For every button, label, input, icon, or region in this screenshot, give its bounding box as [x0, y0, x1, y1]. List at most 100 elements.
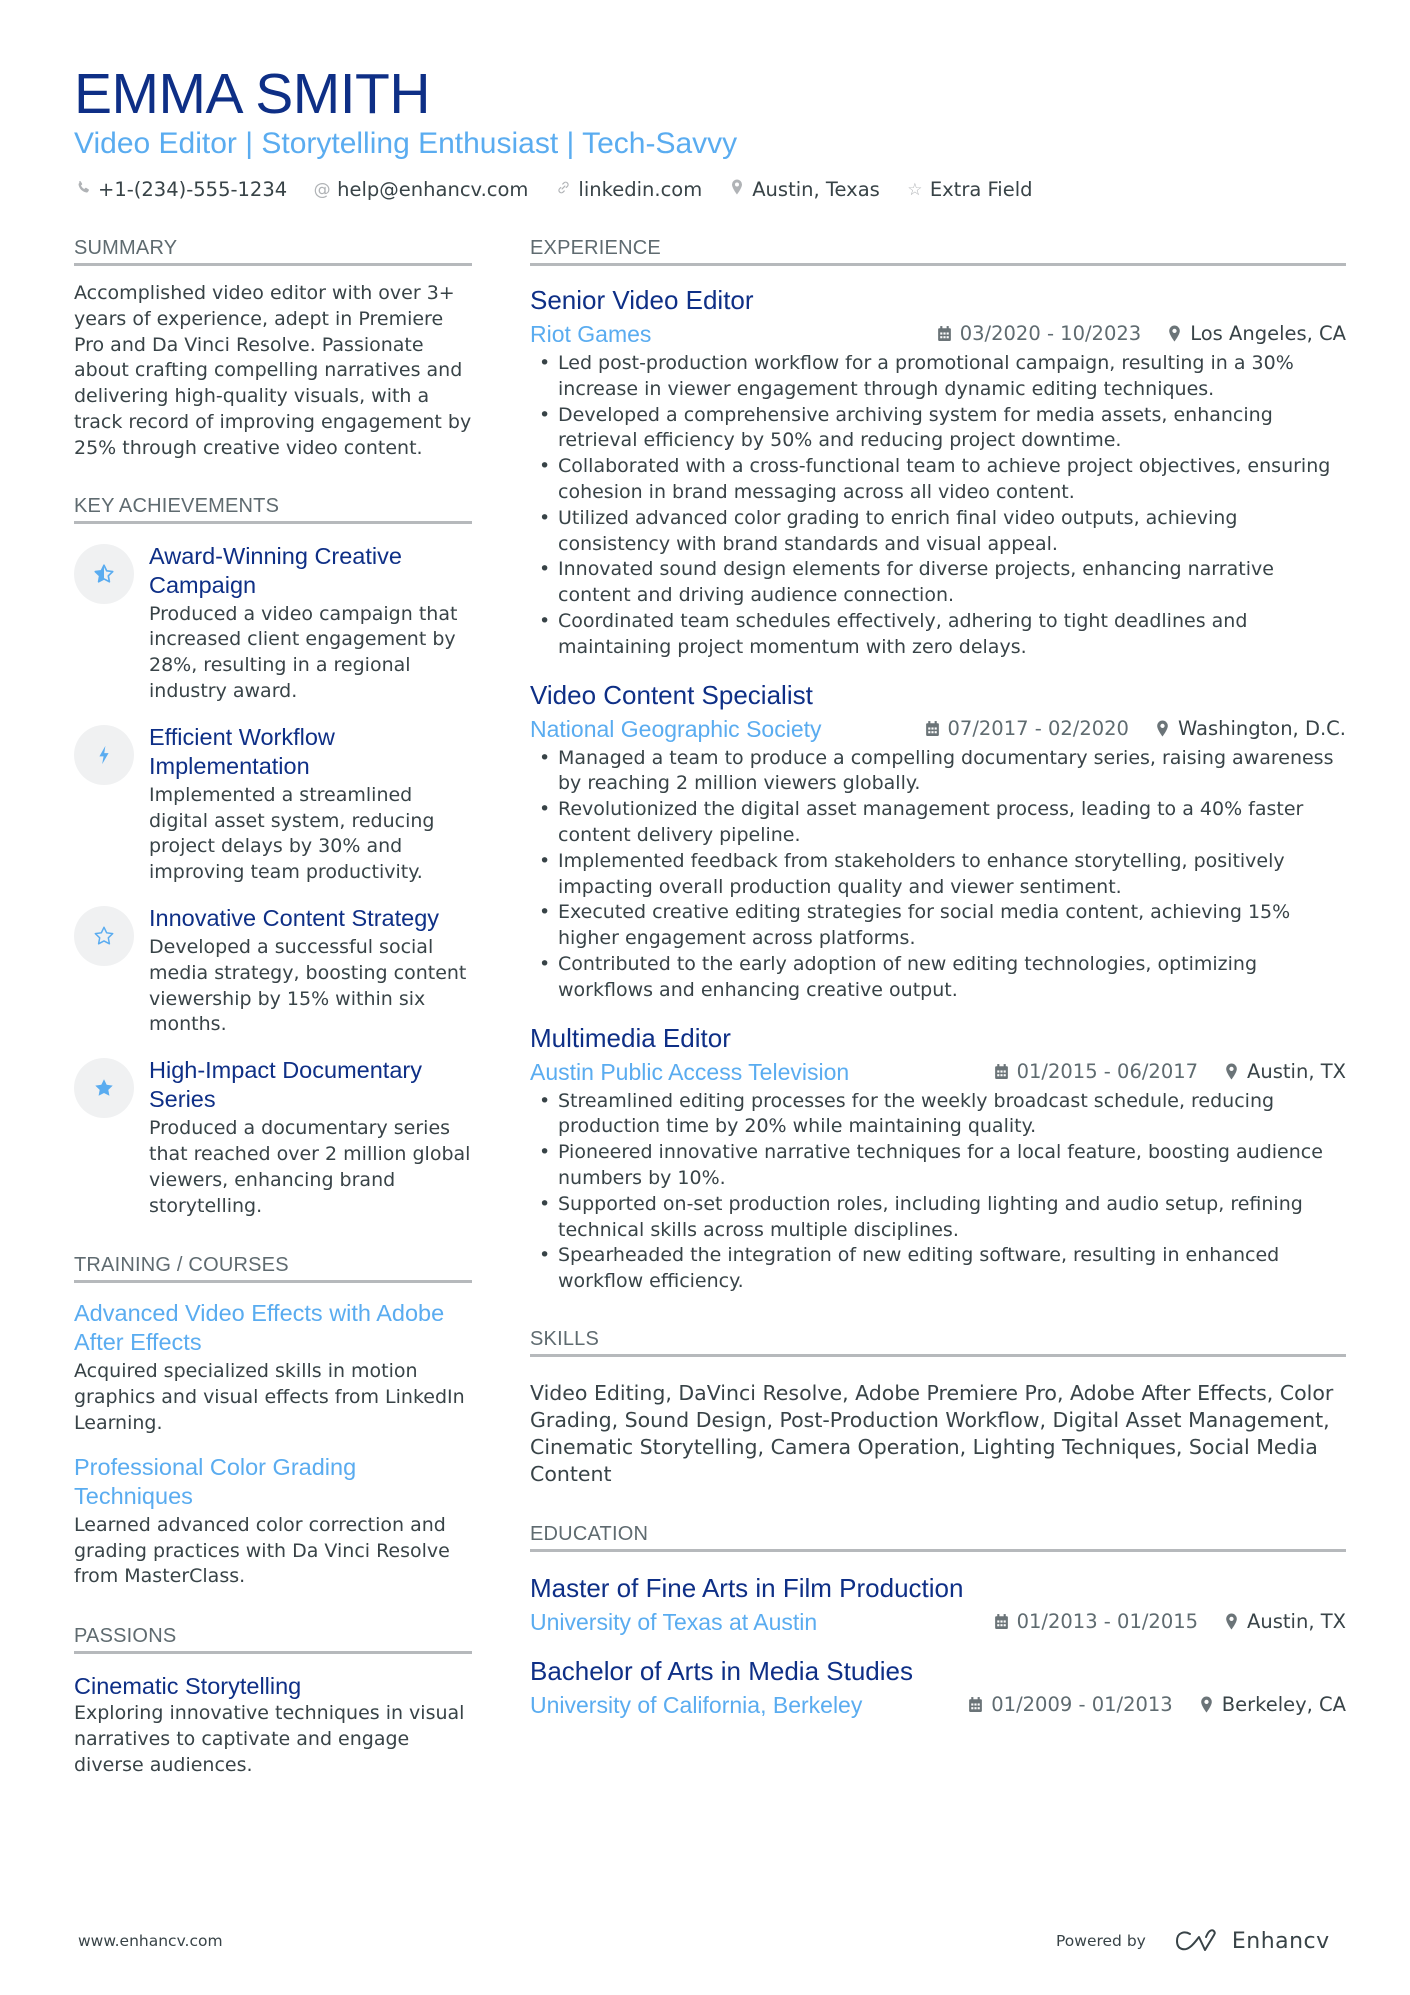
course-title: Professional Color Grading Techniques: [74, 1453, 357, 1509]
job-title: Senior Video Editor: [530, 285, 754, 315]
location-text: Austin, TX: [1247, 1609, 1346, 1633]
linkedin-text[interactable]: linkedin.com: [578, 178, 702, 202]
left-column: SUMMARY Accomplished video editor with o…: [74, 236, 472, 1813]
education-entry: Bachelor of Arts in Media Studies Univers…: [530, 1655, 1346, 1720]
school-name: University of Texas at Austin: [530, 1608, 818, 1635]
meta-info: 01/2015 - 06/2017 Austin, TX: [994, 1060, 1346, 1083]
location-text: Berkeley, CA: [1221, 1692, 1346, 1716]
job-bullet: Implemented feedback from stakeholders t…: [530, 849, 1346, 901]
job-entry: Senior Video Editor Riot Games 03/2020 - 1…: [530, 284, 1346, 661]
job-title: Multimedia Editor: [530, 1022, 731, 1053]
achievement-title: Innovative Content Strategy: [149, 904, 440, 931]
school-name: University of California, Berkeley: [530, 1691, 863, 1718]
email-text[interactable]: help@enhancv.com: [337, 178, 528, 202]
candidate-name: EMMA SMITH: [74, 62, 431, 126]
location-pin-icon: [1157, 720, 1168, 737]
passion-desc: Exploring innovative techniques in visua…: [74, 1702, 465, 1776]
section-title-education: EDUCATION: [530, 1522, 1346, 1552]
contact-row: +1-(234)-555-1234 @ help@enhancv.com lin…: [74, 178, 1344, 202]
contact-location: Austin, Texas: [728, 178, 880, 202]
job-bullet: Collaborated with a cross-functional tea…: [530, 454, 1346, 506]
powered-by-label: Powered by: [1056, 1932, 1146, 1950]
degree-title: Master of Fine Arts in Film Production: [530, 1572, 964, 1603]
meta-info: 01/2013 - 01/2015 Austin, TX: [994, 1610, 1346, 1633]
section-title-skills: SKILLS: [530, 1327, 1346, 1357]
calendar-icon: [937, 326, 951, 341]
job-bullet: Streamlined editing processes for the we…: [530, 1089, 1346, 1141]
extra-field-text: Extra Field: [929, 178, 1033, 201]
contact-linkedin: linkedin.com: [554, 178, 702, 202]
date-text: 03/2020 - 10/2023: [959, 322, 1142, 345]
location-icon: [728, 178, 746, 202]
job-bullet: Contributed to the early adoption of new…: [530, 952, 1346, 1004]
skills-text: Video Editing, DaVinci Resolve, Adobe Pr…: [530, 1380, 1334, 1486]
achievement-item: Award-Winning Creative Campaign Produced…: [74, 542, 472, 705]
job-bullet: Utilized advanced color grading to enric…: [530, 506, 1346, 558]
location: Washington, D.C.: [1155, 717, 1346, 740]
summary-text: Accomplished video editor with over 3+ y…: [74, 282, 472, 459]
job-bullet: Spearheaded the integration of new editi…: [530, 1243, 1346, 1295]
job-bullets: Streamlined editing processes for the we…: [530, 1089, 1346, 1295]
job-bullet: Supported on-set production roles, inclu…: [530, 1192, 1346, 1244]
section-title-passions: PASSIONS: [74, 1624, 472, 1655]
right-column: EXPERIENCE Senior Video Editor Riot Games…: [530, 236, 1346, 1754]
passions-section: PASSIONS Cinematic Storytelling Explorin…: [74, 1624, 472, 1778]
star-icon: ☆: [907, 180, 923, 200]
passion-item: Cinematic Storytelling Exploring innovat…: [74, 1672, 472, 1778]
location-text: Austin, TX: [1247, 1059, 1346, 1083]
job-bullet: Revolutionized the digital asset managem…: [530, 797, 1346, 849]
job-entry: Video Content Specialist National Geograp…: [530, 679, 1346, 1004]
course-item: Advanced Video Effects with Adobe After …: [74, 1299, 472, 1436]
training-section: TRAINING / COURSES Advanced Video Effect…: [74, 1253, 472, 1590]
link-icon: [554, 178, 572, 202]
brand-name: Enhancv: [1231, 1928, 1330, 1954]
location-pin-icon: [1200, 1696, 1212, 1713]
at-icon: @: [313, 180, 331, 200]
section-title-summary: SUMMARY: [74, 236, 472, 266]
star-half-icon: [74, 543, 134, 604]
phone-icon: [74, 178, 92, 202]
section-title-experience: EXPERIENCE: [530, 236, 1346, 266]
star-outline-icon: [74, 905, 134, 966]
location: Austin, TX: [1224, 1060, 1346, 1083]
course-title: Advanced Video Effects with Adobe After …: [74, 1300, 445, 1356]
candidate-headline: Video Editor | Storytelling Enthusiast |…: [74, 127, 738, 160]
achievement-title: High-Impact Documentary Series: [149, 1057, 422, 1113]
date-range: 03/2020 - 10/2023: [937, 322, 1141, 345]
meta-info: 03/2020 - 10/2023 Los Angeles, CA: [937, 322, 1346, 345]
calendar-icon: [969, 1696, 983, 1712]
achievement-desc: Produced a documentary series that reach…: [149, 1117, 471, 1217]
job-bullet: Managed a team to produce a compelling d…: [530, 746, 1346, 798]
achievement-item: Innovative Content Strategy Developed a …: [74, 904, 472, 1038]
location-pin-icon: [1226, 1613, 1237, 1630]
location-pin-icon: [1169, 325, 1180, 342]
footer-website[interactable]: www.enhancv.com: [78, 1932, 223, 1950]
meta-info: 01/2009 - 01/2013 Berkeley, CA: [968, 1693, 1346, 1716]
star-filled-icon: [74, 1058, 134, 1119]
achievements-section: KEY ACHIEVEMENTS Award-Winning Creative …: [74, 494, 472, 1220]
job-bullet: Developed a comprehensive archiving syst…: [530, 403, 1346, 455]
education-entry: Master of Fine Arts in Film Production Un…: [530, 1572, 1346, 1637]
date-text: 01/2009 - 01/2013: [991, 1692, 1173, 1716]
location-text: Austin, Texas: [752, 178, 880, 201]
achievement-desc: Implemented a streamlined digital asset …: [149, 783, 435, 884]
contact-phone: +1-(234)-555-1234: [74, 178, 287, 202]
company-name: Riot Games: [530, 321, 652, 347]
enhancv-logo-icon: [1175, 1929, 1216, 1951]
contact-email: @ help@enhancv.com: [313, 178, 529, 202]
section-title-achievements: KEY ACHIEVEMENTS: [74, 494, 472, 524]
summary-section: SUMMARY Accomplished video editor with o…: [74, 236, 472, 462]
achievement-title: Award-Winning Creative Campaign: [149, 542, 402, 598]
job-entry: Multimedia Editor Austin Public Access Te…: [530, 1022, 1346, 1295]
calendar-icon: [925, 720, 939, 736]
achievement-desc: Developed a successful social media stra…: [149, 935, 467, 1036]
degree-title: Bachelor of Arts in Media Studies: [530, 1655, 913, 1686]
passion-title: Cinematic Storytelling: [74, 1673, 302, 1700]
date-range: 01/2015 - 06/2017: [994, 1060, 1198, 1083]
date-text: 07/2017 - 02/2020: [947, 716, 1129, 740]
footer-branding: Powered by Enhancv: [1056, 1928, 1330, 1954]
brand-logo[interactable]: Enhancv: [1174, 1928, 1330, 1954]
phone-text[interactable]: +1-(234)-555-1234: [98, 178, 287, 202]
job-title: Video Content Specialist: [530, 679, 813, 710]
location: Berkeley, CA: [1199, 1693, 1346, 1716]
